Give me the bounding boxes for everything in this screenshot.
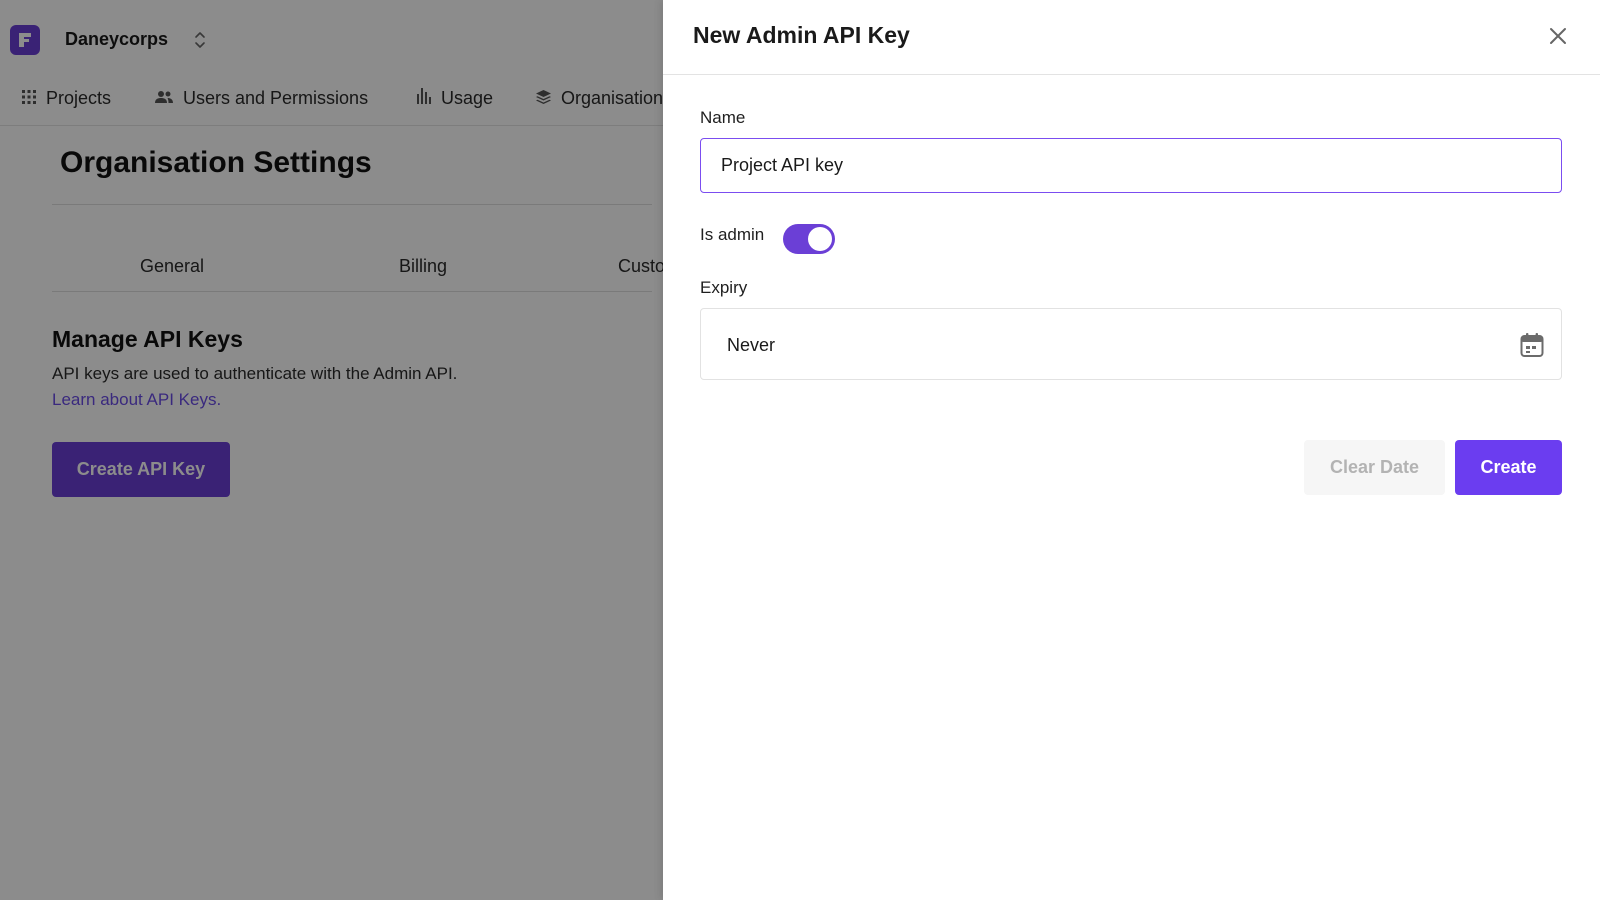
modal-overlay[interactable] [0,0,663,900]
expiry-value: Never [727,335,776,355]
create-button[interactable]: Create [1455,440,1562,495]
name-label: Name [700,108,746,127]
calendar-icon[interactable] [1517,330,1547,360]
drawer-title: New Admin API Key [693,22,910,48]
name-input[interactable] [700,138,1562,193]
close-button[interactable] [1543,22,1573,52]
is-admin-toggle[interactable] [783,224,835,254]
expiry-date-picker[interactable]: Never [700,308,1562,380]
clear-date-button[interactable]: Clear Date [1304,440,1445,495]
close-icon [1549,27,1567,48]
new-api-key-drawer: New Admin API Key Name Is admin Expiry N… [663,0,1600,900]
is-admin-label: Is admin [700,225,765,244]
toggle-knob [808,227,832,251]
drawer-header: New Admin API Key [663,0,1600,75]
expiry-label: Expiry [700,278,748,297]
